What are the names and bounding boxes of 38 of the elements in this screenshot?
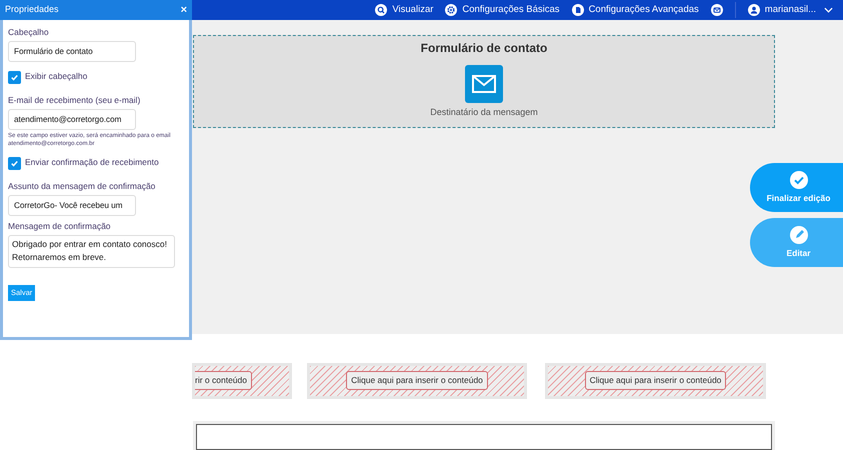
insert-content-button[interactable]: Clique aqui para inserir o conteúdo [584,371,726,390]
checkbox-label: Exibir cabeçalho [25,71,88,82]
check-icon [10,159,19,168]
checkbox-label: Enviar confirmação de recebimento [25,157,159,168]
document-icon [572,4,584,16]
checkbox[interactable] [8,157,21,170]
close-button[interactable]: × [180,4,187,16]
field-label: Assunto da mensagem de confirmação [8,181,156,191]
block-caption: Destinatário da mensagem [430,106,538,119]
mail-button[interactable] [710,4,723,16]
text-field[interactable]: Formulário de contato [8,41,136,62]
content-slot[interactable]: Clique aqui para inserir o conteúdo [307,363,527,399]
insert-content-button[interactable]: rir o conteúdo [195,371,252,390]
preview-icon [375,4,388,16]
contact-form-block[interactable]: Formulário de contato Destinatário da mensagem [193,35,775,128]
user-icon [748,4,760,16]
nav-link[interactable]: Configurações Básicas [445,2,560,18]
check-icon [10,73,19,82]
settings-icon [445,4,458,16]
text-field[interactable]: CorretorGo- Você recebeu um [8,195,136,216]
content-slot[interactable]: rir o conteúdo [192,363,292,399]
text-field[interactable]: atendimento@corretorgo.com [8,109,136,130]
pencil-icon [790,226,808,244]
field-label: Mensagem de confirmação [8,221,112,231]
chevron-down-icon [824,7,833,13]
check-circle-icon [790,170,808,189]
text-area[interactable]: Obrigado por entrar em contato conosco! Retornaremos em breve. [8,235,175,268]
block-title: Formulário de contato [420,40,548,57]
insert-content-button[interactable]: Clique aqui para inserir o conteúdo [346,371,488,390]
checkbox[interactable] [8,71,21,84]
field-label: E-mail de recebimento (seu e-mail) [8,95,142,105]
content-slot[interactable]: Clique aqui para inserir o conteúdo [545,363,766,399]
user-menu[interactable]: marianasil... [748,2,833,18]
nav-link[interactable]: Visualizar [375,2,434,18]
panel-title: Propriedades [5,3,59,16]
nav-link[interactable]: Configurações Avançadas [572,2,699,18]
mail-icon [465,65,503,103]
field-label: Cabeçalho [8,27,50,37]
